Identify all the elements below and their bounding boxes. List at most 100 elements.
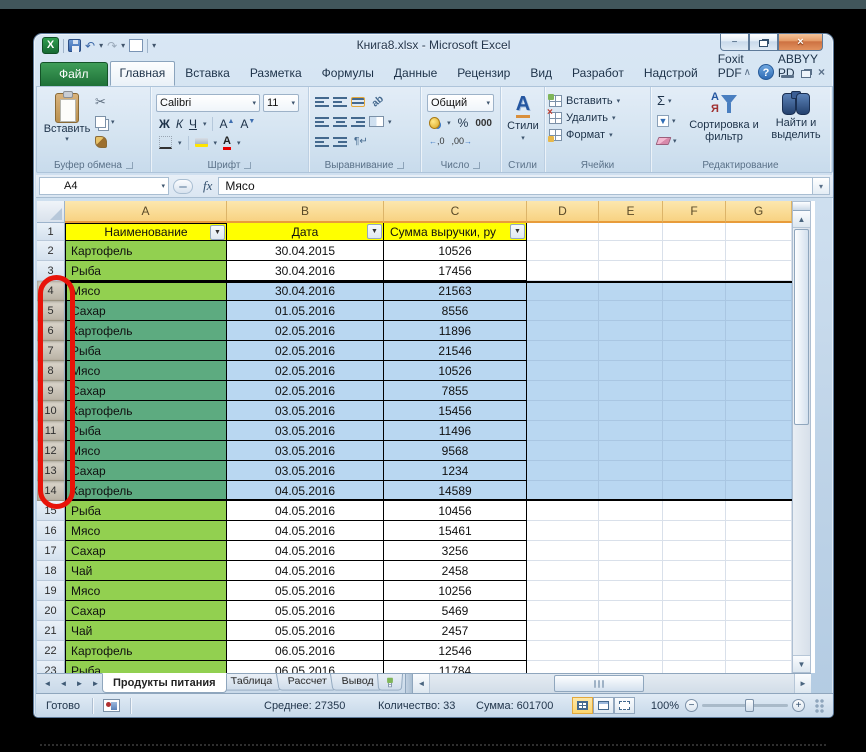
cell-sum[interactable]: 14589	[384, 481, 527, 501]
font-size-select[interactable]: 11 ▾	[263, 94, 299, 112]
row-header[interactable]: 3	[37, 261, 65, 281]
first-sheet-icon[interactable]: ◄	[40, 676, 55, 691]
column-header-b[interactable]: B	[227, 201, 384, 223]
cell-sum[interactable]: 3256	[384, 541, 527, 561]
row-header[interactable]: 15	[37, 501, 65, 521]
cell-date[interactable]: 03.05.2016	[227, 461, 384, 481]
cell-styles-button[interactable]: А Стили ▾	[505, 93, 541, 155]
row-header[interactable]: 18	[37, 561, 65, 581]
help-icon[interactable]: ?	[757, 64, 774, 80]
cell-sum[interactable]: 2458	[384, 561, 527, 581]
cell-name[interactable]: Картофель	[65, 401, 227, 421]
column-header-e[interactable]: E	[599, 201, 663, 223]
cell-name[interactable]: Чай	[65, 621, 227, 641]
cell-sum[interactable]: 10526	[384, 361, 527, 381]
copy-button[interactable]: ▾	[95, 114, 115, 130]
cell[interactable]	[599, 501, 663, 521]
orientation-button[interactable]: ab	[366, 90, 389, 113]
cell-name[interactable]: Мясо	[65, 581, 227, 601]
cell-name[interactable]: Картофель	[65, 321, 227, 341]
copy-dropdown-icon[interactable]: ▾	[111, 118, 115, 126]
sort-filter-button[interactable]: АЯ Сортировка и фильтр	[689, 91, 759, 143]
row-header[interactable]: 1	[37, 223, 65, 241]
cell[interactable]	[527, 341, 599, 361]
cell[interactable]	[726, 581, 792, 601]
currency-dropdown-icon[interactable]: ▾	[447, 119, 451, 127]
cell[interactable]	[527, 521, 599, 541]
row-header[interactable]: 8	[37, 361, 65, 381]
cell[interactable]	[527, 223, 599, 241]
row-header[interactable]: 2	[37, 241, 65, 261]
formula-input[interactable]: Мясо	[218, 177, 812, 195]
cell-name[interactable]: Сахар	[65, 541, 227, 561]
scroll-left-icon[interactable]: ◄	[413, 674, 431, 693]
align-right-button[interactable]	[351, 117, 365, 127]
cell[interactable]	[527, 441, 599, 461]
cell-sum[interactable]: 11784	[384, 661, 527, 673]
cell-date[interactable]: 04.05.2016	[227, 521, 384, 541]
page-layout-view-button[interactable]	[593, 697, 614, 714]
cell-sum[interactable]: 21546	[384, 341, 527, 361]
cell[interactable]	[599, 581, 663, 601]
decrease-indent-button[interactable]	[315, 137, 329, 147]
cut-button[interactable]: ✂	[95, 94, 115, 110]
zoom-level[interactable]: 100%	[645, 700, 679, 712]
cell-name[interactable]: Мясо	[65, 361, 227, 381]
header-cell-date[interactable]: Дата ▼	[227, 223, 384, 241]
clear-button[interactable]: ▾	[655, 133, 677, 148]
macro-record-icon[interactable]	[102, 699, 120, 712]
zoom-track[interactable]	[702, 699, 788, 712]
filter-dropdown-icon[interactable]: ▼	[510, 224, 525, 239]
cell-name[interactable]: Картофель	[65, 241, 227, 261]
vertical-scrollbar[interactable]: ▲ ▼	[792, 201, 811, 673]
cell[interactable]	[726, 481, 792, 501]
cell[interactable]	[726, 281, 792, 301]
cell[interactable]	[599, 621, 663, 641]
cell[interactable]	[726, 401, 792, 421]
cell[interactable]	[663, 461, 726, 481]
cell-sum[interactable]: 5469	[384, 601, 527, 621]
expand-formula-bar-button[interactable]: ▾	[812, 177, 830, 195]
horizontal-scrollbar-track[interactable]	[430, 674, 794, 693]
row-header[interactable]: 23	[37, 661, 65, 673]
cell-date[interactable]: 02.05.2016	[227, 321, 384, 341]
cell-sum[interactable]: 9568	[384, 441, 527, 461]
cell-date[interactable]: 02.05.2016	[227, 361, 384, 381]
cell[interactable]	[663, 401, 726, 421]
cell-date[interactable]: 04.05.2016	[227, 501, 384, 521]
cell-date[interactable]: 05.05.2016	[227, 621, 384, 641]
align-left-button[interactable]	[315, 117, 329, 127]
cell[interactable]	[663, 261, 726, 281]
shrink-font-button[interactable]: А▼	[240, 117, 255, 131]
merge-dropdown-icon[interactable]: ▾	[388, 118, 392, 126]
cell[interactable]	[663, 301, 726, 321]
merge-center-button[interactable]	[369, 116, 384, 127]
cell[interactable]	[726, 661, 792, 673]
cell[interactable]	[663, 341, 726, 361]
cell-sum[interactable]: 15456	[384, 401, 527, 421]
cell[interactable]	[599, 261, 663, 281]
cell[interactable]	[527, 401, 599, 421]
cell[interactable]	[663, 281, 726, 301]
row-header[interactable]: 4	[37, 281, 65, 301]
tab-home[interactable]: Главная	[109, 61, 176, 86]
filter-dropdown-icon[interactable]: ▼	[210, 225, 225, 240]
bold-button[interactable]: Ж	[159, 117, 170, 131]
cell[interactable]	[663, 321, 726, 341]
cell-sum[interactable]: 12546	[384, 641, 527, 661]
cell-name[interactable]: Картофель	[65, 481, 227, 501]
cell[interactable]	[527, 641, 599, 661]
fill-button[interactable]: ▼ ▾	[657, 113, 677, 128]
cell[interactable]	[599, 641, 663, 661]
cell[interactable]	[726, 601, 792, 621]
cell[interactable]	[599, 301, 663, 321]
cell[interactable]	[599, 421, 663, 441]
workbook-restore-icon[interactable]	[800, 69, 811, 78]
cell[interactable]	[599, 401, 663, 421]
cell-name[interactable]: Рыба	[65, 421, 227, 441]
cell[interactable]	[599, 601, 663, 621]
row-header[interactable]: 17	[37, 541, 65, 561]
align-center-button[interactable]	[333, 117, 347, 127]
cell[interactable]	[527, 581, 599, 601]
cell-name[interactable]: Рыба	[65, 341, 227, 361]
